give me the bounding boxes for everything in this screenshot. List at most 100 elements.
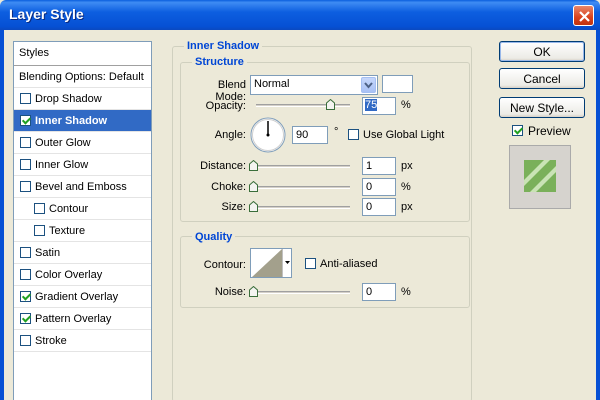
preview-swatch-image [524,160,556,192]
style-item-pattern-overlay[interactable]: Pattern Overlay [14,308,151,330]
style-item-gradient-overlay[interactable]: Gradient Overlay [14,286,151,308]
angle-label: Angle: [214,129,246,141]
angle-value: 90 [296,129,309,141]
style-item-label: Gradient Overlay [35,291,119,303]
style-item-label: Color Overlay [35,269,103,281]
angle-input[interactable]: 90 [292,126,328,144]
style-item-checkbox[interactable] [20,159,31,170]
style-item-label: Stroke [35,335,67,347]
style-item-checkbox[interactable] [20,313,31,324]
structure-title: Structure [192,56,247,68]
contour-picker[interactable] [250,248,292,278]
ok-button[interactable]: OK [499,41,585,62]
style-item-checkbox[interactable] [34,203,45,214]
blend-mode-select[interactable]: Normal [250,75,378,95]
style-item-contour[interactable]: Contour [14,198,151,220]
choke-slider-thumb[interactable] [249,181,258,192]
contour-label: Contour: [203,259,246,271]
inner-shadow-title: Inner Shadow [184,40,263,52]
distance-slider-thumb[interactable] [249,160,258,171]
size-input[interactable]: 0 [362,198,396,216]
style-item-label: Inner Glow [35,159,89,171]
style-item-texture[interactable]: Texture [14,220,151,242]
size-slider-track[interactable] [256,206,350,209]
style-item-checkbox[interactable] [20,181,31,192]
size-label: Size: [221,201,246,213]
distance-label: Distance: [200,160,246,172]
title-bar[interactable]: Layer Style [0,0,600,30]
style-item-checkbox[interactable] [20,247,31,258]
distance-unit: px [401,160,413,172]
style-item-color-overlay[interactable]: Color Overlay [14,264,151,286]
style-item-label: Satin [35,247,61,259]
choke-slider-track[interactable] [256,186,350,189]
contour-dropdown-arrow[interactable] [282,249,291,277]
contour-preview-icon [252,249,282,277]
style-item-satin[interactable]: Satin [14,242,151,264]
size-value: 0 [366,201,373,213]
style-item-checkbox[interactable] [20,291,31,302]
style-item-label: Contour [49,203,89,215]
choke-unit: % [401,181,411,193]
quality-title: Quality [192,231,236,243]
choke-label: Choke: [211,181,246,193]
style-preview [509,145,571,209]
new-style-button[interactable]: New Style... [499,97,585,118]
opacity-slider-track[interactable] [256,104,350,107]
opacity-label: Opacity: [205,100,246,112]
opacity-slider-thumb[interactable] [326,99,335,110]
preview-checkbox[interactable] [512,125,523,136]
style-item-label: Inner Shadow [35,115,108,127]
opacity-input[interactable]: 75 [362,97,396,115]
close-icon [579,11,590,22]
use-global-light-checkbox[interactable] [348,129,359,140]
style-item-label: Drop Shadow [35,93,102,105]
blend-mode-value: Normal [254,78,290,90]
preview-label[interactable]: Preview [528,124,571,138]
style-item-drop-shadow[interactable]: Drop Shadow [14,88,151,110]
angle-unit: ° [334,126,339,138]
style-item-stroke[interactable]: Stroke [14,330,151,352]
style-item-checkbox[interactable] [20,269,31,280]
choke-input[interactable]: 0 [362,178,396,196]
cancel-button[interactable]: Cancel [499,68,585,89]
close-button[interactable] [573,5,594,26]
style-item-checkbox[interactable] [20,115,31,126]
anti-aliased-label[interactable]: Anti-aliased [320,258,377,270]
angle-dial[interactable] [250,117,286,153]
style-item-bevel-and-emboss[interactable]: Bevel and Emboss [14,176,151,198]
anti-aliased-checkbox[interactable] [305,258,316,269]
noise-slider-track[interactable] [256,291,350,294]
opacity-value: 75 [365,99,378,111]
noise-unit: % [401,286,411,298]
shadow-color-swatch[interactable] [382,75,413,93]
window-frame-right [596,30,600,400]
chevron-down-icon[interactable] [361,77,376,93]
style-item-inner-shadow[interactable]: Inner Shadow [14,110,151,132]
size-slider-thumb[interactable] [249,201,258,212]
window-title: Layer Style [9,6,84,22]
style-item-checkbox[interactable] [20,335,31,346]
distance-value: 1 [366,160,373,172]
style-item-label: Texture [49,225,86,237]
style-item-checkbox[interactable] [20,93,31,104]
style-item-blending-options-default[interactable]: Blending Options: Default [14,66,151,88]
style-item-checkbox[interactable] [20,137,31,148]
distance-input[interactable]: 1 [362,157,396,175]
style-item-checkbox[interactable] [34,225,45,236]
style-item-label: Blending Options: Default [19,71,144,83]
use-global-light-label[interactable]: Use Global Light [363,129,444,141]
style-item-outer-glow[interactable]: Outer Glow [14,132,151,154]
noise-value: 0 [366,286,373,298]
style-item-label: Bevel and Emboss [35,181,127,193]
size-unit: px [401,201,413,213]
choke-value: 0 [366,181,373,193]
noise-input[interactable]: 0 [362,283,396,301]
noise-slider-thumb[interactable] [249,286,258,297]
style-item-inner-glow[interactable]: Inner Glow [14,154,151,176]
noise-label: Noise: [214,286,246,298]
distance-slider-track[interactable] [256,165,350,168]
styles-header[interactable]: Styles [14,42,151,66]
style-item-label: Pattern Overlay [35,313,112,325]
styles-list[interactable]: Styles Blending Options: Default Drop Sha… [13,41,152,400]
